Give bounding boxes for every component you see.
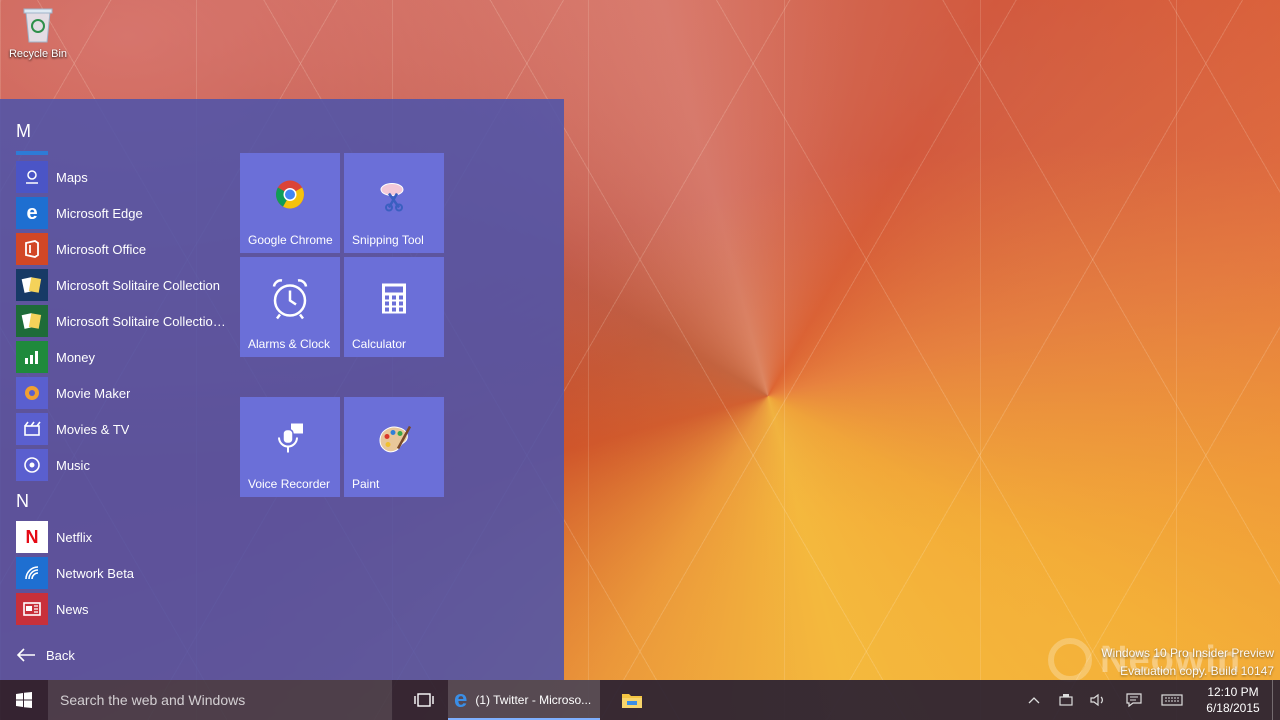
app-label: News xyxy=(56,601,89,617)
alarm-clock-icon xyxy=(268,277,312,326)
edge-icon: e xyxy=(454,686,468,713)
clock[interactable]: 12:10 PM 6/18/2015 xyxy=(1194,684,1272,716)
app-label: Netflix xyxy=(56,529,93,545)
search-box[interactable]: Search the web and Windows xyxy=(48,680,392,720)
solitaire-icon xyxy=(16,269,48,301)
tile-voice-recorder[interactable]: Voice Recorder xyxy=(240,397,340,497)
network-status-icon[interactable] xyxy=(1050,680,1082,720)
watermark-line-2: Evaluation copy. Build 10147 xyxy=(1120,664,1274,678)
task-label: (1) Twitter - Microso... xyxy=(475,693,592,707)
office-icon xyxy=(16,233,48,265)
maps-icon xyxy=(16,161,48,193)
group-header-m[interactable]: M xyxy=(16,121,31,142)
build-watermark: Windows 10 Pro Insider Preview Evaluatio… xyxy=(1101,644,1274,680)
app-item-microsoft-office[interactable]: Microsoft Office xyxy=(16,233,230,265)
movies-tv-icon xyxy=(16,413,48,445)
app-label: Music xyxy=(56,457,90,473)
app-item-netflix[interactable]: N Netflix xyxy=(16,521,230,553)
tile-label: Calculator xyxy=(352,337,407,351)
group-header-n[interactable]: N xyxy=(16,491,29,512)
movie-maker-icon xyxy=(16,377,48,409)
app-label: Money xyxy=(56,349,96,365)
app-label: Movies & TV xyxy=(56,421,130,437)
network-icon xyxy=(16,557,48,589)
app-item-news[interactable]: News xyxy=(16,593,230,625)
scroll-marker xyxy=(16,151,48,155)
task-view-icon xyxy=(414,693,434,707)
tile-calculator[interactable]: Calculator xyxy=(344,257,444,357)
app-item-microsoft-solitaire-collection[interactable]: Microsoft Solitaire Collection xyxy=(16,269,230,301)
app-label: Network Beta xyxy=(56,565,135,581)
tile-paint[interactable]: Paint xyxy=(344,397,444,497)
taskbar-item-file-explorer[interactable] xyxy=(608,680,656,720)
money-icon xyxy=(16,341,48,373)
recycle-bin-label: Recycle Bin xyxy=(8,48,68,60)
calculator-icon xyxy=(381,283,407,320)
folder-icon xyxy=(622,694,642,708)
taskbar-item-edge-twitter[interactable]: e (1) Twitter - Microso... xyxy=(448,680,600,720)
chevron-up-icon[interactable] xyxy=(1018,680,1050,720)
back-button[interactable]: Back xyxy=(16,647,75,663)
app-label: Microsoft Edge xyxy=(56,205,143,221)
app-item-maps[interactable]: Maps xyxy=(16,161,230,193)
tile-google-chrome[interactable]: Google Chrome xyxy=(240,153,340,253)
app-item-movie-maker[interactable]: Movie Maker xyxy=(16,377,230,409)
clock-date: 6/18/2015 xyxy=(1206,701,1260,715)
volume-icon[interactable] xyxy=(1082,680,1114,720)
search-placeholder: Search the web and Windows xyxy=(60,692,246,708)
tile-label: Snipping Tool xyxy=(352,233,424,247)
start-button[interactable] xyxy=(0,680,48,720)
chrome-icon xyxy=(274,179,306,216)
news-icon xyxy=(16,593,48,625)
recycle-bin-shortcut[interactable]: Recycle Bin xyxy=(6,4,70,60)
back-label: Back xyxy=(46,647,75,663)
solitaire-icon xyxy=(16,305,48,337)
keyboard-icon[interactable] xyxy=(1150,680,1194,720)
app-item-movies-tv[interactable]: Movies & TV xyxy=(16,413,230,445)
recycle-bin-icon xyxy=(20,4,56,44)
start-menu: M Maps e Microsoft Edge Microsoft Office… xyxy=(0,99,564,680)
tile-label: Paint xyxy=(352,477,380,491)
tile-label: Alarms & Clock xyxy=(248,337,331,351)
paint-palette-icon xyxy=(376,423,412,460)
app-item-network-beta[interactable]: Network Beta xyxy=(16,557,230,589)
app-list: M Maps e Microsoft Edge Microsoft Office… xyxy=(0,99,236,680)
app-label: Microsoft Office xyxy=(56,241,147,257)
back-arrow-icon xyxy=(16,648,35,662)
edge-icon: e xyxy=(16,197,48,229)
app-item-music[interactable]: Music xyxy=(16,449,230,481)
taskbar: Search the web and Windows e (1) Twitter… xyxy=(0,680,1280,720)
app-label: Microsoft Solitaire Collection... xyxy=(56,313,230,329)
tile-snipping-tool[interactable]: Snipping Tool xyxy=(344,153,444,253)
snipping-tool-icon xyxy=(377,178,411,217)
microphone-icon xyxy=(275,422,305,461)
app-label: Movie Maker xyxy=(56,385,131,401)
app-label: Microsoft Solitaire Collection xyxy=(56,277,221,293)
task-view-button[interactable] xyxy=(400,680,448,720)
windows-logo-icon xyxy=(16,692,32,708)
netflix-icon: N xyxy=(16,521,48,553)
watermark-line-1: Windows 10 Pro Insider Preview xyxy=(1101,646,1274,660)
action-center-icon[interactable] xyxy=(1118,680,1150,720)
tile-alarms-clock[interactable]: Alarms & Clock xyxy=(240,257,340,357)
clock-time: 12:10 PM xyxy=(1207,685,1259,699)
tile-label: Voice Recorder xyxy=(248,477,331,491)
neowin-logo-icon xyxy=(1048,638,1092,682)
app-item-microsoft-edge[interactable]: e Microsoft Edge xyxy=(16,197,230,229)
app-item-money[interactable]: Money xyxy=(16,341,230,373)
show-desktop-button[interactable] xyxy=(1272,680,1280,720)
app-label: Maps xyxy=(56,169,88,185)
music-icon xyxy=(16,449,48,481)
app-item-microsoft-solitaire-collection-2[interactable]: Microsoft Solitaire Collection... xyxy=(16,305,230,337)
system-tray: 12:10 PM 6/18/2015 xyxy=(1018,680,1280,720)
tile-label: Google Chrome xyxy=(248,233,333,247)
